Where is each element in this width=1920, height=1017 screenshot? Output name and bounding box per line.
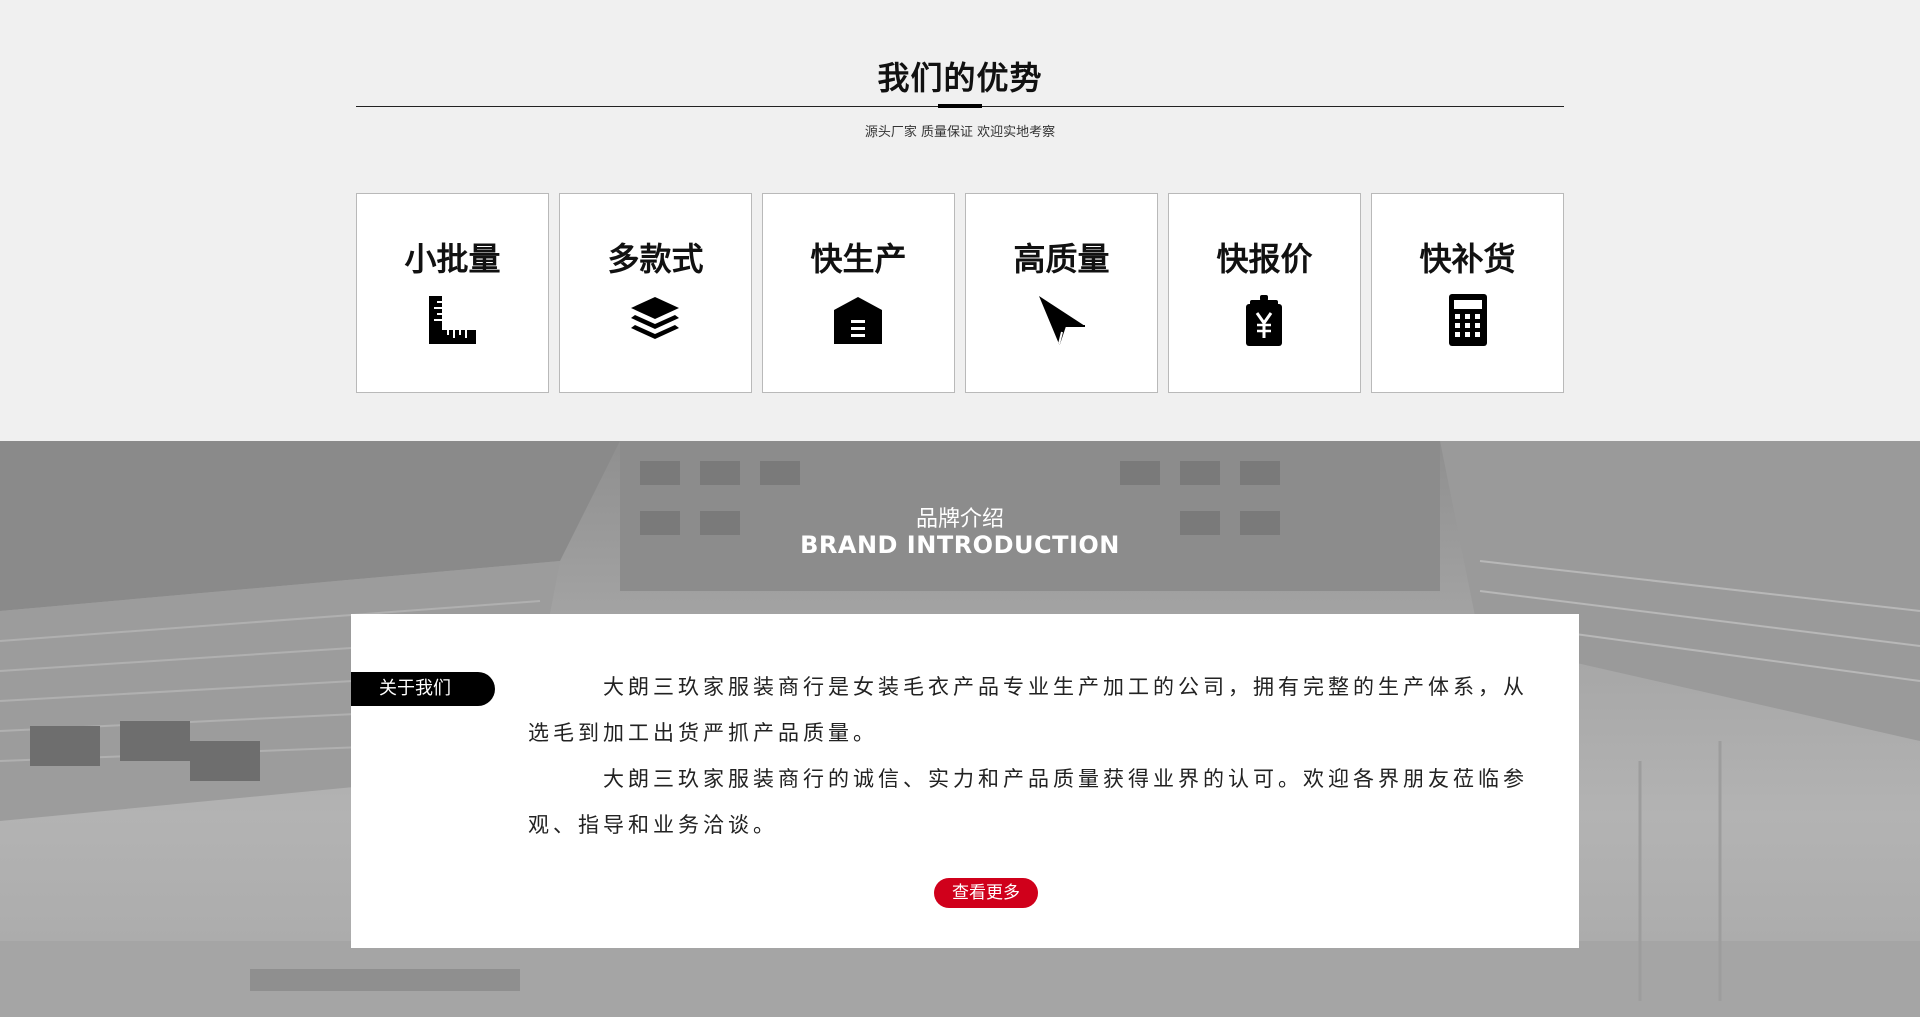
brand-title-cn: 品牌介绍 (915, 507, 1004, 532)
title-divider-accent (938, 104, 982, 108)
view-more-button[interactable]: 查看更多 (934, 878, 1038, 908)
warehouse-icon (832, 294, 884, 346)
ruler-icon (426, 294, 478, 346)
advantages-title: 我们的优势 (877, 59, 1043, 97)
page: 我们的优势 源头厂家 质量保证 欢迎实地考察 小批量 多款式 快生产 高质量 快… (0, 0, 1920, 1017)
advantage-card-label: 多款式 (607, 240, 704, 278)
yen-tag-icon (1238, 294, 1290, 346)
advantage-card-label: 小批量 (404, 240, 501, 278)
advantage-card-label: 快报价 (1216, 240, 1313, 278)
advantage-card-fast-production[interactable]: 快生产 (762, 193, 955, 393)
advantage-card-fast-quote[interactable]: 快报价 (1168, 193, 1361, 393)
about-paragraph: 大朗三玖家服装商行的诚信、实力和产品质量获得业界的认可。欢迎各界朋友莅临参观、指… (528, 756, 1528, 848)
advantages-subtitle: 源头厂家 质量保证 欢迎实地考察 (864, 125, 1056, 140)
advantage-card-label: 高质量 (1013, 240, 1110, 278)
advantages-section: 我们的优势 源头厂家 质量保证 欢迎实地考察 小批量 多款式 快生产 高质量 快… (0, 0, 1920, 441)
advantage-card-high-quality[interactable]: 高质量 (965, 193, 1158, 393)
brand-title-en: BRAND INTRODUCTION (800, 531, 1120, 559)
about-paragraph-text: 大朗三玖家服装商行的诚信、实力和产品质量获得业界的认可。欢迎各界朋友莅临参观、指… (528, 767, 1528, 837)
about-panel: 关于我们 大朗三玖家服装商行是女装毛衣产品专业生产加工的公司，拥有完整的生产体系… (351, 614, 1579, 948)
advantage-card-label: 快生产 (810, 240, 907, 278)
about-paragraph: 大朗三玖家服装商行是女装毛衣产品专业生产加工的公司，拥有完整的生产体系，从选毛到… (528, 664, 1528, 756)
advantage-card-small-batch[interactable]: 小批量 (356, 193, 549, 393)
brand-section: 品牌介绍 BRAND INTRODUCTION 关于我们 大朗三玖家服装商行是女… (0, 441, 1920, 1017)
about-paragraph-text: 大朗三玖家服装商行是女装毛衣产品专业生产加工的公司，拥有完整的生产体系，从选毛到… (528, 675, 1528, 745)
advantage-cards: 小批量 多款式 快生产 高质量 快报价 快补货 (356, 193, 1566, 393)
layers-icon (629, 294, 681, 346)
advantage-card-fast-restock[interactable]: 快补货 (1371, 193, 1564, 393)
advantage-card-multi-style[interactable]: 多款式 (559, 193, 752, 393)
about-us-tag: 关于我们 (351, 672, 495, 706)
advantage-card-label: 快补货 (1419, 240, 1516, 278)
paper-plane-icon (1035, 294, 1087, 346)
calculator-icon (1441, 294, 1493, 346)
